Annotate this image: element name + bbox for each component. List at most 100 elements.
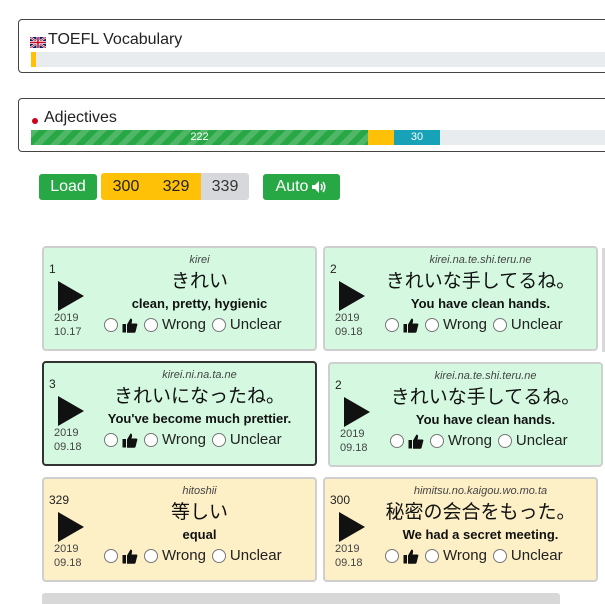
range-from[interactable]: 300 [101, 173, 151, 200]
deck-title-row: Adjectives [19, 99, 605, 127]
deck-progress-bar: 222 30 [31, 130, 605, 145]
auto-play-button[interactable]: Auto [263, 174, 340, 200]
flashcard[interactable]: 2 2019 09.18 kirei.na.te.shi.teru.ne きれいな手して… [328, 362, 603, 467]
card-translation: You have clean hands. [415, 412, 556, 427]
card-date: 2019 09.18 [340, 428, 368, 454]
play-icon[interactable] [58, 512, 84, 542]
deck-title-row: TOEFL Vocabulary [19, 20, 605, 49]
range-total[interactable]: 339 [201, 173, 249, 200]
unclear-label: Unclear [510, 547, 563, 564]
deck-title: TOEFL Vocabulary [48, 31, 183, 48]
card-japanese-text: 秘密の会合をもった。 [385, 501, 576, 523]
correct-radio[interactable] [385, 548, 399, 563]
card-romaji: kirei [189, 254, 210, 266]
card-date: 2019 09.18 [335, 543, 363, 569]
unclear-radio[interactable] [211, 548, 226, 563]
card-range-selector[interactable]: 300 329 339 [101, 173, 249, 200]
uk-flag-icon [29, 35, 47, 49]
play-icon[interactable] [344, 397, 370, 427]
card-japanese-text: 等しい [170, 501, 228, 523]
play-icon[interactable] [58, 281, 84, 311]
card-answer-options: Wrong Unclear [385, 316, 569, 333]
wrong-label: Wrong [162, 547, 206, 564]
card-number: 300 [330, 493, 351, 507]
load-button[interactable]: Load [39, 174, 97, 200]
card-japanese-text: きれいな手してるね。 [385, 270, 576, 292]
correct-radio[interactable] [385, 317, 399, 332]
unclear-radio[interactable] [211, 432, 226, 447]
wrong-radio[interactable] [144, 548, 158, 563]
card-translation: You've become much prettier. [107, 411, 292, 426]
flashcard[interactable]: 3 2019 09.18 kirei.ni.na.ta.ne きれいになったね。 You'… [42, 361, 317, 466]
thumbs-up-icon [408, 433, 424, 449]
card-date: 2019 09.18 [54, 543, 82, 569]
wrong-radio[interactable] [144, 317, 158, 332]
bottom-panel [42, 593, 560, 604]
unclear-label: Unclear [229, 431, 282, 448]
card-number: 1 [49, 262, 56, 276]
card-answer-options: Wrong Unclear [104, 547, 288, 564]
card-japanese-text: きれいになったね。 [113, 385, 285, 407]
flashcard[interactable]: 1 2019 10.17 kirei きれい clean, pretty, hygieni… [42, 246, 317, 351]
card-translation: clean, pretty, hygienic [131, 296, 268, 311]
speaker-icon [311, 180, 327, 194]
card-date: 2019 09.18 [335, 312, 363, 338]
unclear-radio[interactable] [211, 317, 226, 332]
progress-learning-segment [31, 52, 36, 67]
wrong-label: Wrong [443, 316, 487, 333]
wrong-label: Wrong [162, 431, 206, 448]
deck-progress-bar [31, 52, 605, 67]
card-romaji: kirei.na.te.shi.teru.ne [429, 254, 532, 266]
card-romaji: kirei.na.te.shi.teru.ne [434, 370, 537, 382]
card-answer-options: Wrong Unclear [390, 432, 574, 449]
unclear-radio[interactable] [492, 548, 507, 563]
unclear-radio[interactable] [492, 317, 507, 332]
auto-label: Auto [275, 178, 309, 195]
wrong-radio[interactable] [425, 317, 439, 332]
thumbs-up-icon [122, 548, 138, 564]
wrong-radio[interactable] [144, 432, 158, 447]
japan-flag-icon [30, 113, 40, 126]
card-romaji: kirei.ni.na.ta.ne [162, 369, 237, 381]
card-answer-options: Wrong Unclear [385, 547, 569, 564]
thumbs-up-icon [122, 317, 138, 333]
correct-radio[interactable] [390, 433, 404, 448]
card-number: 2 [330, 262, 337, 276]
card-number: 2 [335, 378, 342, 392]
deck-toefl-vocabulary[interactable]: TOEFL Vocabulary [18, 19, 605, 73]
thumbs-up-icon [122, 432, 138, 448]
card-number: 329 [49, 493, 70, 507]
card-date: 2019 09.18 [54, 427, 82, 453]
wrong-label: Wrong [162, 316, 206, 333]
play-icon[interactable] [58, 396, 84, 426]
correct-radio[interactable] [104, 317, 118, 332]
unclear-label: Unclear [515, 432, 568, 449]
unclear-label: Unclear [510, 316, 563, 333]
play-icon[interactable] [339, 512, 365, 542]
play-icon[interactable] [339, 281, 365, 311]
deck-title: Adjectives [44, 109, 117, 126]
card-japanese-text: きれい [170, 270, 228, 292]
card-translation: equal [182, 527, 217, 542]
flashcard[interactable]: 300 2019 09.18 himitsu.no.kaigou.wo.mo.ta 秘密… [323, 477, 598, 582]
unclear-radio[interactable] [497, 433, 512, 448]
deck-adjectives[interactable]: Adjectives 222 30 [18, 98, 605, 152]
card-translation: You have clean hands. [410, 296, 551, 311]
flashcard[interactable]: 2 2019 09.18 kirei.na.te.shi.teru.ne きれいな手して… [323, 246, 598, 351]
card-answer-options: Wrong Unclear [104, 431, 288, 448]
unclear-label: Unclear [229, 547, 282, 564]
card-number: 3 [49, 377, 56, 391]
wrong-radio[interactable] [430, 433, 444, 448]
correct-radio[interactable] [104, 432, 118, 447]
card-romaji: hitoshii [182, 485, 217, 497]
thumbs-up-icon [403, 317, 419, 333]
card-translation: We had a secret meeting. [402, 527, 559, 542]
wrong-radio[interactable] [425, 548, 439, 563]
card-japanese-text: きれいな手してるね。 [390, 386, 581, 408]
flashcard[interactable]: 329 2019 09.18 hitoshii 等しい equal Wrong Unclear [42, 477, 317, 582]
thumbs-up-icon [403, 548, 419, 564]
range-to[interactable]: 329 [151, 173, 201, 200]
wrong-label: Wrong [443, 547, 487, 564]
correct-radio[interactable] [104, 548, 118, 563]
progress-learning-segment [368, 130, 394, 145]
